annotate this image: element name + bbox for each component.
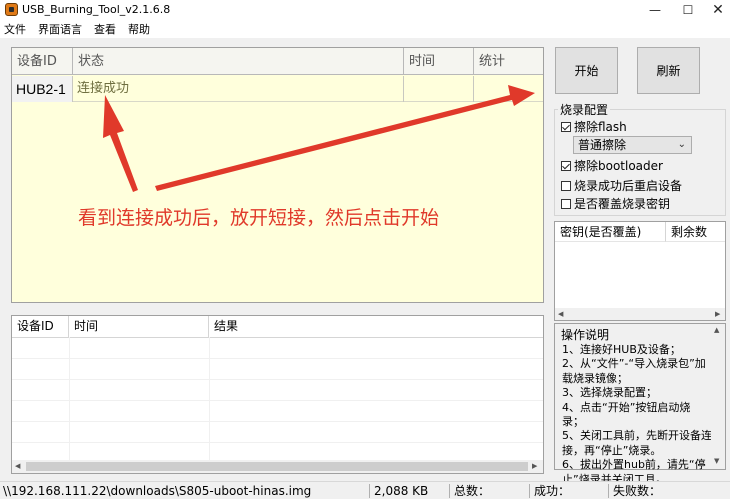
status-separator — [608, 484, 609, 498]
device-id-cell: HUB2-1 — [12, 76, 73, 102]
reboot-after-checkbox[interactable]: 烧录成功后重启设备 — [561, 177, 682, 194]
log-row-line — [12, 421, 543, 422]
checkbox-checked-icon[interactable] — [561, 121, 571, 132]
status-failed: 失败数： — [613, 484, 662, 498]
overwrite-key-checkbox[interactable]: 是否覆盖烧录密钥 — [561, 195, 670, 212]
start-button[interactable]: 开始 — [555, 47, 618, 94]
title-bar: USB_Burning_Tool_v2.1.6.8 — ☐ ✕ — [0, 0, 730, 20]
log-row-line — [12, 442, 543, 443]
log-row-line — [12, 358, 543, 359]
status-separator — [369, 484, 370, 498]
device-status-grid: 设备ID 状态 时间 统计 HUB2-1 连接成功 — [11, 47, 544, 303]
erase-mode-select[interactable]: 普通擦除 ⌄ — [573, 136, 692, 154]
log-row-line — [12, 400, 543, 401]
scroll-left-icon[interactable]: ◀ — [15, 462, 20, 470]
log-grid[interactable]: 设备ID 时间 结果 ◀ ▶ — [11, 315, 544, 474]
col-status[interactable]: 状态 — [73, 48, 404, 75]
annotation-text: 看到连接成功后，放开短接，然后点击开始 — [78, 207, 440, 229]
scroll-right-icon[interactable]: ▶ — [715, 310, 720, 318]
menu-view[interactable]: 查看 — [94, 21, 116, 37]
instructions-panel: 操作说明 1、连接好HUB及设备； 2、从“文件”-“导入烧录包”加载烧录镜像；… — [554, 323, 726, 486]
device-status-cell: 连接成功 — [73, 76, 404, 102]
window-title: USB_Burning_Tool_v2.1.6.8 — [22, 3, 171, 16]
menu-language[interactable]: 界面语言 — [38, 21, 82, 37]
maximize-button[interactable]: ☐ — [673, 0, 703, 20]
scroll-up-icon[interactable]: ▲ — [714, 326, 719, 334]
status-total: 总数： — [454, 484, 491, 498]
erase-flash-label: 擦除flash — [574, 120, 627, 134]
device-stats-cell — [474, 76, 543, 102]
status-bar: \\192.168.111.22\downloads\S805-uboot-hi… — [0, 481, 730, 499]
col-device-id[interactable]: 设备ID — [12, 48, 73, 75]
menu-file[interactable]: 文件 — [4, 21, 26, 37]
checkbox-unchecked-icon[interactable] — [561, 198, 571, 209]
checkbox-unchecked-icon[interactable] — [561, 180, 571, 191]
log-header-divider — [12, 337, 543, 338]
menu-help[interactable]: 帮助 — [128, 21, 150, 37]
log-row-line — [12, 379, 543, 380]
scroll-left-icon[interactable]: ◀ — [558, 310, 563, 318]
chevron-down-icon: ⌄ — [677, 139, 686, 150]
scrollbar-thumb[interactable] — [26, 462, 528, 471]
device-row[interactable]: HUB2-1 连接成功 — [12, 76, 543, 102]
log-horizontal-scrollbar[interactable]: ◀ ▶ — [12, 460, 543, 473]
erase-bootloader-label: 擦除bootloader — [574, 159, 663, 173]
device-time-cell — [404, 76, 474, 102]
col-remaining[interactable]: 剩余数 — [666, 222, 725, 242]
log-col-device-id[interactable]: 设备ID — [12, 316, 69, 337]
erase-flash-checkbox[interactable]: 擦除flash — [561, 118, 627, 135]
status-image-path: \\192.168.111.22\downloads\S805-uboot-hi… — [3, 484, 312, 498]
burn-config-title: 烧录配置 — [558, 101, 611, 118]
status-separator — [449, 484, 450, 498]
scroll-right-icon[interactable]: ▶ — [532, 462, 537, 470]
log-col-line — [69, 337, 70, 460]
refresh-button[interactable]: 刷新 — [637, 47, 700, 94]
status-separator — [529, 484, 530, 498]
checkbox-checked-icon[interactable] — [561, 160, 571, 171]
reboot-after-label: 烧录成功后重启设备 — [574, 179, 683, 193]
erase-mode-value: 普通擦除 — [578, 138, 627, 152]
minimize-button[interactable]: — — [640, 0, 670, 20]
instructions-scrollbar[interactable]: ▲ ▼ — [711, 324, 725, 469]
key-list-scrollbar[interactable]: ◀ ▶ — [555, 308, 725, 320]
app-icon — [5, 3, 18, 16]
scroll-down-icon[interactable]: ▼ — [714, 457, 719, 465]
log-col-time[interactable]: 时间 — [69, 316, 209, 337]
device-grid-header: 设备ID 状态 时间 统计 — [12, 48, 543, 75]
col-stats[interactable]: 统计 — [474, 48, 543, 75]
status-file-size: 2,088 KB — [374, 484, 429, 498]
overwrite-key-label: 是否覆盖烧录密钥 — [574, 197, 671, 211]
log-col-line — [209, 337, 210, 460]
key-list[interactable]: 密钥(是否覆盖) 剩余数 ◀ ▶ — [554, 221, 726, 321]
instructions-title: 操作说明 — [561, 328, 610, 342]
menu-bar: 文件 界面语言 查看 帮助 — [0, 20, 730, 38]
instructions-text: 1、连接好HUB及设备； 2、从“文件”-“导入烧录包”加载烧录镜像； 3、选择… — [562, 343, 712, 486]
log-col-result[interactable]: 结果 — [209, 316, 543, 337]
status-success: 成功： — [534, 484, 571, 498]
col-time[interactable]: 时间 — [404, 48, 474, 75]
erase-bootloader-checkbox[interactable]: 擦除bootloader — [561, 157, 663, 174]
close-button[interactable]: ✕ — [703, 0, 730, 20]
col-key[interactable]: 密钥(是否覆盖) — [555, 222, 666, 242]
